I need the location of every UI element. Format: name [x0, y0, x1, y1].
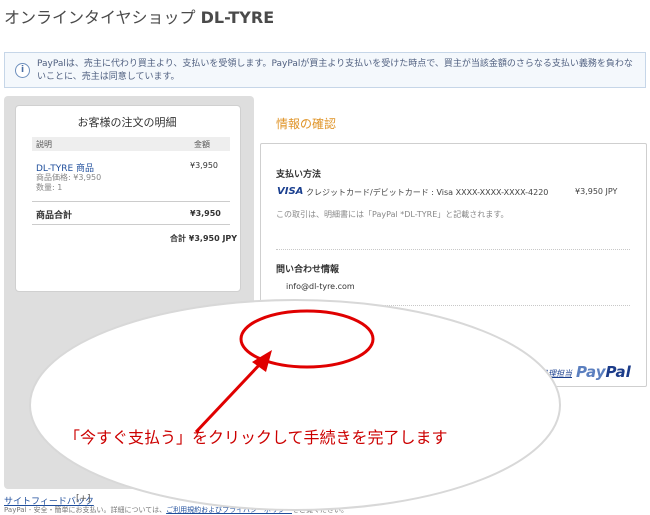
shop-name-prefix: オンラインタイヤショップ — [4, 8, 196, 27]
callout-text: 「今すぐ支払う」をクリックして手続きを完了します — [64, 428, 448, 447]
divider — [32, 201, 230, 202]
info-icon: i — [15, 63, 30, 78]
subtotal-label: 商品合計 — [36, 211, 73, 221]
item-price: ¥3,950 — [190, 161, 218, 170]
divider — [276, 305, 630, 306]
visa-icon: VISA — [277, 186, 304, 197]
divider — [276, 249, 630, 250]
order-total: 合計 ¥3,950 JPY — [170, 234, 238, 243]
contact-title: 問い合わせ情報 — [276, 265, 340, 275]
payment-method-title: 支払い方法 — [276, 170, 322, 180]
divider — [32, 224, 230, 225]
paypal-logo-pay: Pay — [576, 363, 606, 381]
contact-email: info@dl-tyre.com — [286, 282, 355, 291]
footer-legal-suffix: をご覧ください。 — [291, 506, 348, 514]
paypal-notice: i PayPalは、売主に代わり買主より、支払いを受領します。PayPalが買主… — [4, 52, 646, 88]
payment-amount: ¥3,950 JPY — [575, 187, 618, 196]
order-table-header: 説明 金額 — [32, 137, 230, 151]
shop-title: オンラインタイヤショップ DL-TYRE — [4, 4, 274, 28]
paypal-logo-pal: Pal — [605, 363, 631, 381]
cancel-link[interactable]: キャンセルして、オンラインタイヤショップ DL-TYREに戻ります。 — [254, 401, 526, 414]
order-summary-card — [15, 105, 241, 292]
col-amount: 金額 — [194, 140, 210, 149]
shop-name-brand: DL-TYRE — [200, 8, 275, 27]
review-heading: 情報の確認 — [276, 117, 337, 131]
col-description: 説明 — [36, 140, 52, 149]
paypal-logo: PayPal — [576, 363, 631, 381]
feedback-bracket: [+] — [76, 494, 91, 504]
statement-note: この取引は、明細書には「PayPal *DL-TYRE」と記載されます。 — [276, 210, 509, 219]
terms-privacy-link[interactable]: ご利用規約およびプライバシーポリシー — [166, 506, 292, 514]
card-details: クレジットカード/デビットカード : Visa XXXX-XXXX-XXXX-4… — [306, 188, 549, 197]
processed-by-link[interactable]: 支払い処理担当 — [516, 368, 572, 379]
pay-now-button[interactable]: 今すぐ支払う — [276, 332, 328, 344]
item-quantity: 数量: 1 — [36, 183, 63, 192]
notice-text: PayPalは、売主に代わり買主より、支払いを受領します。PayPalが買主より… — [37, 59, 633, 82]
order-summary-title: お客様の注文の明細 — [77, 116, 177, 129]
footer-legal-prefix: PayPal - 安全・簡単にお支払い。詳細については、 — [4, 506, 167, 514]
subtotal-value: ¥3,950 — [190, 209, 221, 218]
